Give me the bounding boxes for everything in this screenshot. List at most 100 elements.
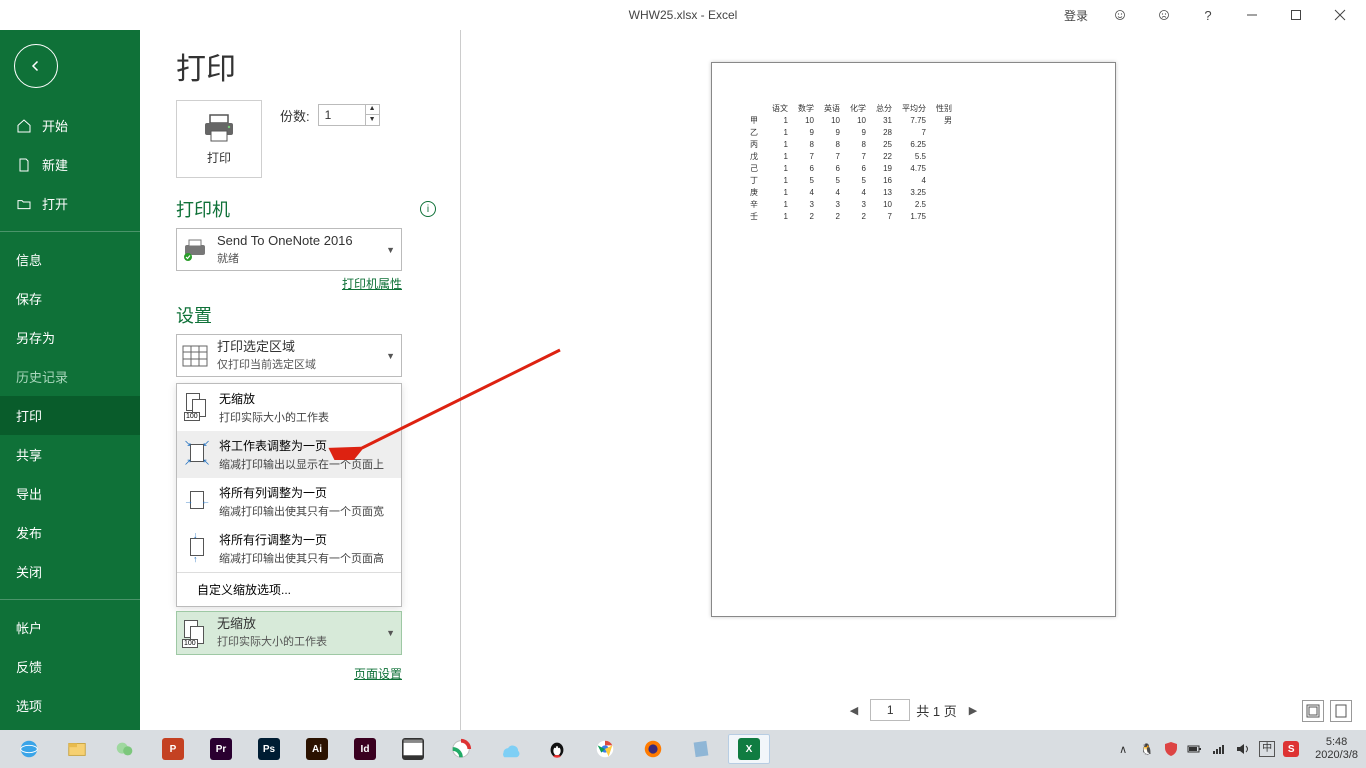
face-sad-icon[interactable] bbox=[1144, 0, 1184, 30]
taskbar-clock[interactable]: 5:48 2020/3/8 bbox=[1307, 736, 1358, 762]
sidebar-item-saveas[interactable]: 另存为 bbox=[0, 318, 140, 357]
sidebar-item-account[interactable]: 帐户 bbox=[0, 608, 140, 647]
copies-value: 1 bbox=[319, 108, 365, 122]
spin-down-icon[interactable]: ▼ bbox=[365, 115, 379, 126]
sidebar-label: 保存 bbox=[16, 289, 42, 308]
sidebar-item-info[interactable]: 信息 bbox=[0, 240, 140, 279]
scale-option-fit-sheet[interactable]: ↘↙↗↖ 将工作表调整为一页缩减打印输出以显示在一个页面上 bbox=[177, 431, 401, 478]
backstage-sidebar: 开始 新建 打开 信息 保存 另存为 历史记录 打印 共享 导出 发布 关闭 帐… bbox=[0, 30, 140, 730]
scale-option-none[interactable]: 100 无缩放打印实际大小的工作表 bbox=[177, 384, 401, 431]
sidebar-item-history[interactable]: 历史记录 bbox=[0, 357, 140, 396]
print-button-label: 打印 bbox=[207, 149, 231, 166]
sidebar-item-close[interactable]: 关闭 bbox=[0, 552, 140, 591]
sidebar-item-share[interactable]: 共享 bbox=[0, 435, 140, 474]
copies-input[interactable]: 1 ▲▼ bbox=[318, 104, 380, 126]
minimize-button[interactable] bbox=[1232, 0, 1272, 30]
sidebar-label: 打开 bbox=[42, 194, 68, 213]
taskbar-wechat-icon[interactable] bbox=[104, 734, 146, 764]
scale-selected-display[interactable]: 100 无缩放打印实际大小的工作表 ▼ bbox=[176, 611, 402, 654]
taskbar-pr-icon[interactable]: Pr bbox=[200, 734, 242, 764]
page-setup-link[interactable]: 页面设置 bbox=[176, 665, 402, 682]
page-number-input[interactable]: 1 bbox=[870, 699, 910, 721]
sidebar-label: 共享 bbox=[16, 445, 42, 464]
preview-table: 语文数学英语化学总分平均分性别甲1101010317.75男乙1999287丙1… bbox=[750, 103, 962, 223]
sidebar-label: 发布 bbox=[16, 523, 42, 542]
sidebar-label: 导出 bbox=[16, 484, 42, 503]
sidebar-label: 开始 bbox=[42, 116, 68, 135]
print-settings-panel: 打印 打印 份数: 1 ▲▼ 打印机 i Send To OneNote 201… bbox=[140, 30, 460, 730]
print-preview-pane: 语文数学英语化学总分平均分性别甲1101010317.75男乙1999287丙1… bbox=[460, 30, 1366, 730]
page-total-label: 共 1 页 bbox=[916, 701, 956, 720]
taskbar-browser-icon[interactable] bbox=[8, 734, 50, 764]
printer-icon bbox=[202, 113, 236, 143]
taskbar-id-icon[interactable]: Id bbox=[344, 734, 386, 764]
sidebar-item-publish[interactable]: 发布 bbox=[0, 513, 140, 552]
settings-section-header: 设置 bbox=[176, 302, 436, 328]
taskbar-qq-icon[interactable] bbox=[536, 734, 578, 764]
sidebar-item-save[interactable]: 保存 bbox=[0, 279, 140, 318]
zoom-to-page-button[interactable] bbox=[1330, 700, 1352, 722]
help-button[interactable]: ? bbox=[1188, 0, 1228, 30]
taskbar-clip-icon[interactable] bbox=[392, 734, 434, 764]
close-button[interactable] bbox=[1320, 0, 1360, 30]
taskbar-excel-icon[interactable]: X bbox=[728, 734, 770, 764]
taskbar-pp-icon[interactable]: P bbox=[152, 734, 194, 764]
taskbar-ai-icon[interactable]: Ai bbox=[296, 734, 338, 764]
taskbar-firefox-icon[interactable] bbox=[632, 734, 674, 764]
prev-page-button[interactable]: ◀ bbox=[844, 704, 864, 717]
tray-shield-icon[interactable] bbox=[1163, 741, 1179, 757]
sidebar-item-options[interactable]: 选项 bbox=[0, 686, 140, 725]
login-button[interactable]: 登录 bbox=[1056, 0, 1096, 30]
print-area-select[interactable]: 打印选定区域仅打印当前选定区域 ▼ bbox=[176, 334, 402, 377]
next-page-button[interactable]: ▶ bbox=[963, 704, 983, 717]
copies-label: 份数: bbox=[280, 106, 310, 125]
back-button[interactable] bbox=[14, 44, 58, 88]
tray-qq-icon[interactable]: 🐧 bbox=[1139, 741, 1155, 757]
tray-volume-icon[interactable] bbox=[1235, 741, 1251, 757]
print-button[interactable]: 打印 bbox=[176, 100, 262, 178]
taskbar-notes-icon[interactable] bbox=[680, 734, 722, 764]
chevron-down-icon: ▼ bbox=[386, 245, 395, 255]
tray-ime-icon[interactable]: 中 bbox=[1259, 741, 1275, 757]
sidebar-item-export[interactable]: 导出 bbox=[0, 474, 140, 513]
sidebar-item-print[interactable]: 打印 bbox=[0, 396, 140, 435]
maximize-button[interactable] bbox=[1276, 0, 1316, 30]
taskbar-chrome-icon[interactable] bbox=[584, 734, 626, 764]
sidebar-item-open[interactable]: 打开 bbox=[0, 184, 140, 223]
grid-icon bbox=[181, 342, 209, 370]
tray-up-icon[interactable]: ∧ bbox=[1115, 741, 1131, 757]
chevron-down-icon: ▼ bbox=[386, 351, 395, 361]
show-margins-button[interactable] bbox=[1302, 700, 1324, 722]
taskbar-ball-icon[interactable] bbox=[440, 734, 482, 764]
face-smile-icon[interactable] bbox=[1100, 0, 1140, 30]
sidebar-item-feedback[interactable]: 反馈 bbox=[0, 647, 140, 686]
printer-select[interactable]: Send To OneNote 2016 就绪 ▼ bbox=[176, 228, 402, 271]
titlebar: WHW25.xlsx - Excel 登录 ? bbox=[0, 0, 1366, 30]
scale-option-custom[interactable]: 自定义缩放选项... bbox=[177, 572, 401, 606]
spin-up-icon[interactable]: ▲ bbox=[365, 104, 379, 115]
sidebar-label: 新建 bbox=[42, 155, 68, 174]
scaling-dropdown: 100 无缩放打印实际大小的工作表 ↘↙↗↖ 将工作表调整为一页缩减打印输出以显… bbox=[176, 383, 402, 607]
sidebar-label: 信息 bbox=[16, 250, 42, 269]
chevron-down-icon: ▼ bbox=[386, 628, 395, 638]
taskbar-explorer-icon[interactable] bbox=[56, 734, 98, 764]
taskbar-cloud-icon[interactable] bbox=[488, 734, 530, 764]
taskbar-ps-icon[interactable]: Ps bbox=[248, 734, 290, 764]
info-icon[interactable]: i bbox=[420, 201, 436, 217]
sidebar-label: 另存为 bbox=[16, 328, 55, 347]
sidebar-label: 打印 bbox=[16, 406, 42, 425]
printer-name: Send To OneNote 2016 bbox=[217, 233, 353, 250]
tray-wifi-icon[interactable] bbox=[1211, 741, 1227, 757]
tray-sogou-icon[interactable]: S bbox=[1283, 741, 1299, 757]
printer-status: 就绪 bbox=[217, 252, 353, 266]
scale-option-fit-rows[interactable]: ↓↑ 将所有行调整为一页缩减打印输出使其只有一个页面高 bbox=[177, 525, 401, 572]
tray-battery-icon[interactable] bbox=[1187, 741, 1203, 757]
scale-option-fit-columns[interactable]: →← 将所有列调整为一页缩减打印输出使其只有一个页面宽 bbox=[177, 478, 401, 525]
sidebar-item-new[interactable]: 新建 bbox=[0, 145, 140, 184]
printer-properties-link[interactable]: 打印机属性 bbox=[176, 275, 402, 292]
sidebar-label: 选项 bbox=[16, 696, 42, 715]
printer-section-header: 打印机 i bbox=[176, 196, 436, 222]
sidebar-item-home[interactable]: 开始 bbox=[0, 106, 140, 145]
sidebar-label: 历史记录 bbox=[16, 367, 68, 386]
taskbar: P Pr Ps Ai Id X ∧ 🐧 中 S 5:48 2020/3/8 bbox=[0, 730, 1366, 768]
